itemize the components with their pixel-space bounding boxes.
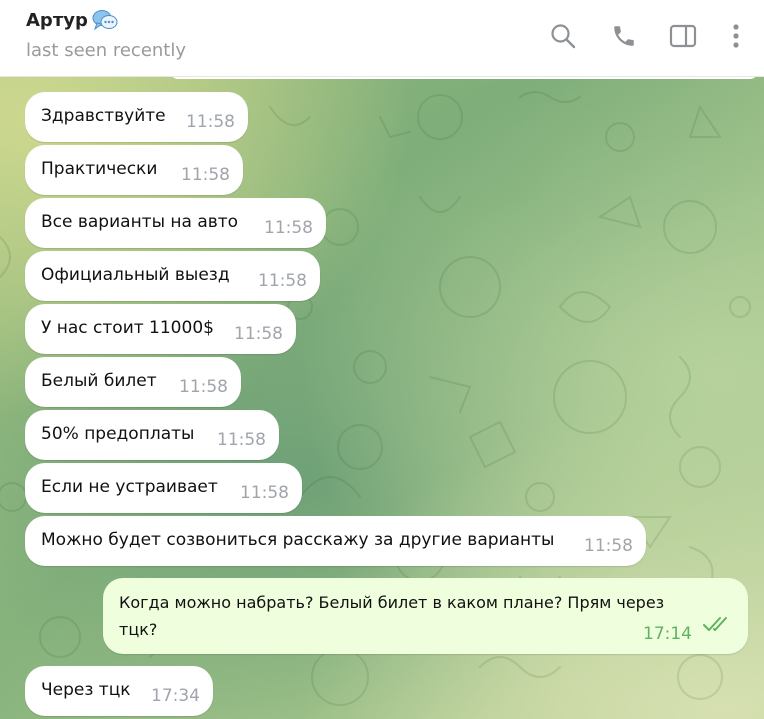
speech-bubbles-emoji-icon [92,8,118,32]
message-text: Все варианты на авто [41,212,239,232]
message-time: 17:14 [643,624,692,644]
message-bubble-incoming[interactable]: Через тцк 17:34 [25,666,213,716]
message-text: Белый билет [41,371,157,391]
message-text: Практически [41,159,158,179]
message-bubble-outgoing[interactable]: Когда можно набрать? Белый билет в каком… [103,578,748,654]
message-text: Можно будет созвониться расскажу за друг… [41,530,555,550]
chat-window: Артур last seen recently Здравствуйте 11… [0,0,764,719]
toggle-sidebar-button[interactable] [665,18,701,54]
message-bubble-incoming[interactable]: Если не устраивает 11:58 [25,463,302,513]
message-bubble-incoming[interactable]: У нас стоит 11000$ 11:58 [25,304,296,354]
message-text: У нас стоит 11000$ [41,318,214,338]
more-options-button[interactable] [718,18,754,54]
message-time: 11:58 [584,536,633,556]
message-text-line: Когда можно набрать? Белый билет в каком… [119,593,665,612]
message-text: Через тцк [41,680,131,700]
message-bubble-incoming[interactable]: Здравствуйте 11:58 [25,92,248,142]
call-button[interactable] [606,18,642,54]
message-time: 11:58 [217,430,266,450]
phone-icon [611,23,637,49]
message-bubble-incoming[interactable]: 50% предоплаты 11:58 [25,410,279,460]
search-button[interactable] [545,18,581,54]
message-time: 11:58 [240,483,289,503]
message-time: 11:58 [186,112,235,132]
message-text: Когда можно набрать? Белый билет в каком… [119,589,664,643]
message-time: 11:58 [179,377,228,397]
message-time: 11:58 [181,165,230,185]
contact-name[interactable]: Артур [26,10,88,31]
message-text: Здравствуйте [41,106,166,126]
message-time: 11:58 [234,324,283,344]
more-vertical-icon [732,23,740,49]
contact-title[interactable]: Артур [26,8,118,32]
chat-header: Артур last seen recently [0,0,764,77]
message-bubble-incoming[interactable]: Белый билет 11:58 [25,357,241,407]
previous-message-edge [170,77,758,79]
message-text: 50% предоплаты [41,424,195,444]
message-bubble-incoming[interactable]: Все варианты на авто 11:58 [25,198,326,248]
message-bubble-incoming[interactable]: Можно будет созвониться расскажу за друг… [25,516,646,566]
sidebar-toggle-icon [669,24,697,48]
message-text: Если не устраивает [41,477,218,497]
message-time: 11:58 [258,271,307,291]
message-bubble-incoming[interactable]: Практически 11:58 [25,145,243,195]
message-time: 17:34 [151,686,200,706]
double-check-read-icon [703,614,733,641]
last-seen-status: last seen recently [26,40,187,61]
message-time: 11:58 [264,218,313,238]
message-text-line: тцк? [119,620,158,639]
message-list[interactable]: Здравствуйте 11:58 Практически 11:58 Все… [0,77,764,719]
search-icon [550,23,576,49]
message-bubble-incoming[interactable]: Официальный выезд 11:58 [25,251,320,301]
message-text: Официальный выезд [41,265,230,285]
